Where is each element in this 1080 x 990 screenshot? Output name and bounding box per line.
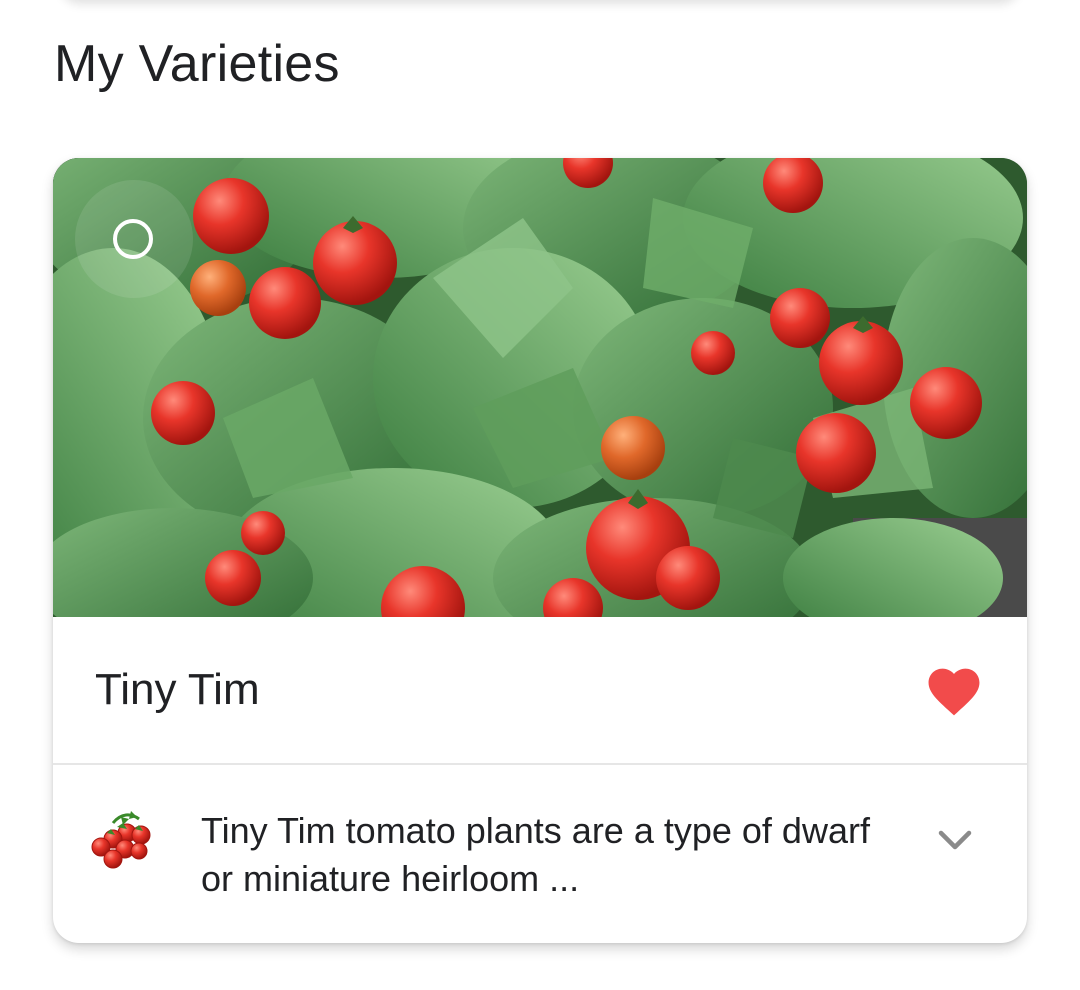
variety-card[interactable]: Tiny Tim Tiny Tim tomato plants are a ty… <box>53 158 1027 943</box>
variety-description: Tiny Tim tomato plants are a type of dwa… <box>201 810 870 899</box>
radio-circle-icon[interactable] <box>113 219 153 259</box>
tomato-plant-image <box>53 158 1027 617</box>
heart-icon <box>928 668 980 716</box>
variety-name: Tiny Tim <box>95 665 260 714</box>
variety-photo <box>53 158 1027 617</box>
favorite-button[interactable] <box>923 661 985 717</box>
variety-title-row: Tiny Tim <box>53 617 1027 765</box>
chevron-down-icon[interactable] <box>935 825 975 855</box>
variety-description-row[interactable]: Tiny Tim tomato plants are a type of dwa… <box>53 765 1027 943</box>
section-title: My Varieties <box>54 35 340 93</box>
tomato-icon <box>91 811 151 869</box>
